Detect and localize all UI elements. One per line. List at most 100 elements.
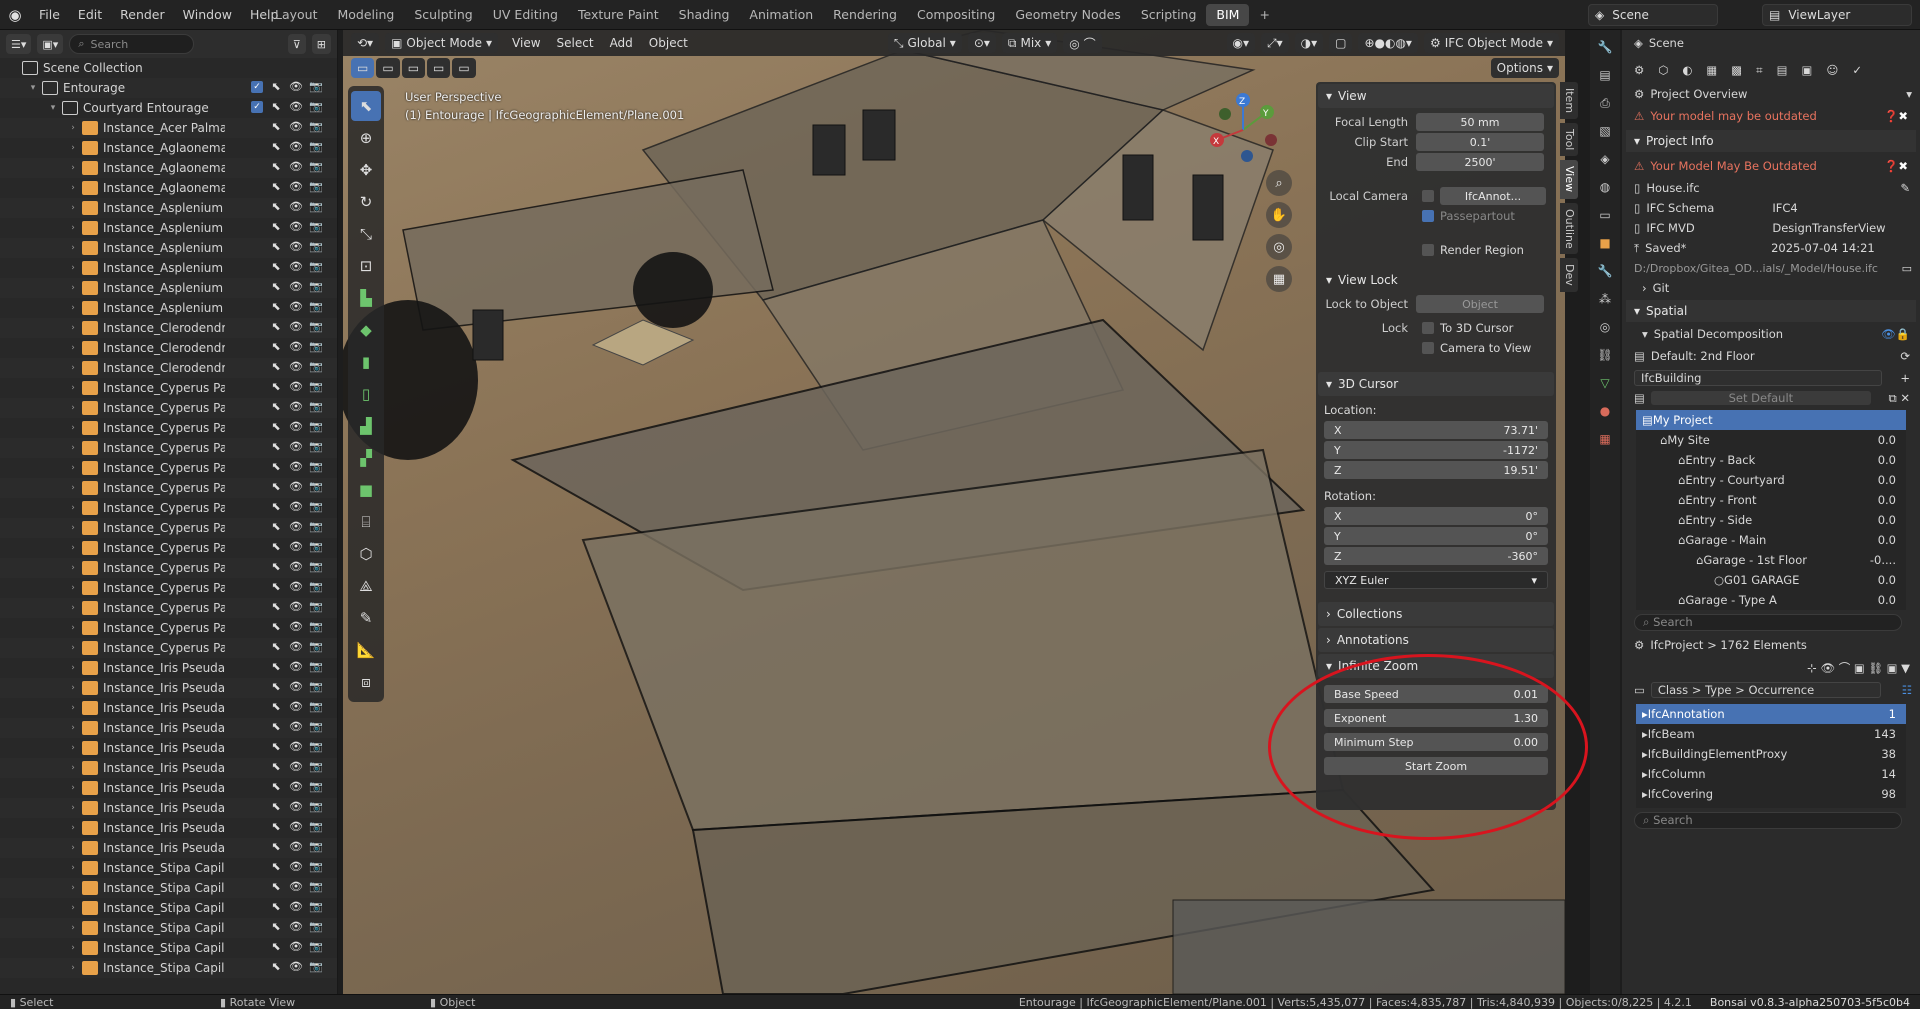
expand-chevron-icon[interactable]: › — [66, 903, 80, 913]
outliner-row[interactable]: › Instance_Cyperus Papyrus ⬉ 👁 📷 — [0, 578, 337, 598]
select-box-subtract-icon[interactable]: ▭ — [401, 58, 426, 78]
selectable-arrow-icon[interactable]: ⬉ — [269, 320, 283, 333]
filter-icon[interactable]: ⊽ — [287, 34, 306, 54]
outliner-row[interactable]: › Instance_Aglaonema Tenui ⬉ 👁 📷 — [0, 158, 337, 178]
outliner-row[interactable]: › Instance_Cyperus Papyrus ⬉ 👁 📷 — [0, 558, 337, 578]
camera-icon[interactable]: 📷 — [309, 100, 323, 113]
spatial-tree-row[interactable]: ⌂ Entry - Back 0.0 — [1636, 450, 1906, 470]
selectable-arrow-icon[interactable]: ⬉ — [269, 140, 283, 153]
rot-y-field[interactable]: Y 0° — [1324, 527, 1548, 545]
include-checkbox[interactable]: ✓ — [251, 100, 263, 113]
expand-chevron-icon[interactable]: › — [66, 123, 80, 133]
eye-icon[interactable]: 👁 — [289, 360, 303, 373]
spatial-decomp-header[interactable]: ▾ Spatial Decomposition 👁🔒 — [1622, 324, 1920, 344]
camera-icon[interactable]: 📷 — [309, 680, 323, 693]
expand-chevron-icon[interactable]: › — [66, 163, 80, 173]
outliner-row[interactable]: › Instance_Cyperus Papyrus ⬉ 👁 📷 — [0, 478, 337, 498]
folder-icon[interactable]: ▭ — [1902, 262, 1912, 275]
focal-length-field[interactable]: 50 mm — [1416, 113, 1544, 131]
column-tool-icon[interactable]: ▯ — [351, 379, 381, 409]
world-tab-icon[interactable]: ◍ — [1594, 176, 1616, 198]
services-tab-icon[interactable]: ▩ — [1731, 63, 1742, 77]
camera-object-field[interactable]: IfcAnnot... — [1440, 187, 1546, 205]
expand-chevron-icon[interactable]: › — [66, 583, 80, 593]
render-tab-icon[interactable]: ▤ — [1594, 64, 1616, 86]
selectable-arrow-icon[interactable]: ⬉ — [269, 920, 283, 933]
tab-uv-editing[interactable]: UV Editing — [483, 4, 568, 26]
eye-icon[interactable]: 👁 — [289, 380, 303, 393]
expand-chevron-icon[interactable]: ▾ — [26, 83, 40, 93]
to-cursor-checkbox[interactable] — [1422, 322, 1434, 334]
eye-icon[interactable]: 👁 — [289, 500, 303, 513]
expand-chevron-icon[interactable]: › — [66, 923, 80, 933]
expand-chevron-icon[interactable]: › — [66, 283, 80, 293]
camera-icon[interactable]: 📷 — [309, 220, 323, 233]
eye-icon[interactable]: 👁 — [289, 280, 303, 293]
physics-tab-icon[interactable]: ◎ — [1594, 316, 1616, 338]
selectable-arrow-icon[interactable]: ⬉ — [269, 960, 283, 973]
spatial-tree-row[interactable]: ⌂ My Site 0.0 — [1636, 430, 1906, 450]
camera-icon[interactable]: 📷 — [309, 520, 323, 533]
selectable-arrow-icon[interactable]: ⬉ — [269, 900, 283, 913]
menu-window[interactable]: Window — [174, 7, 241, 22]
visibility-icon[interactable]: ◉▾ — [1226, 33, 1255, 53]
outliner-row[interactable]: › Instance_Cyperus Papyrus ⬉ 👁 📷 — [0, 598, 337, 618]
selectable-arrow-icon[interactable]: ⬉ — [269, 440, 283, 453]
camera-icon[interactable]: 📷 — [309, 780, 323, 793]
outliner-row[interactable]: › Instance_Cyperus Papyrus ⬉ 👁 📷 — [0, 638, 337, 658]
outliner-row[interactable]: › Instance_Iris Pseudacorus ⬉ 👁 📷 — [0, 798, 337, 818]
element-tool-icons[interactable]: ⊹ 👁 ⌒ ▣ ⛓ ▣ ▼ — [1807, 660, 1910, 676]
outliner-row[interactable]: › Instance_Iris Pseudacorus ⬉ 👁 📷 — [0, 678, 337, 698]
selectable-arrow-icon[interactable]: ⬉ — [269, 180, 283, 193]
camera-icon[interactable]: 📷 — [309, 900, 323, 913]
selectable-arrow-icon[interactable]: ⬉ — [269, 300, 283, 313]
expand-chevron-icon[interactable]: › — [66, 183, 80, 193]
expand-chevron-icon[interactable]: › — [66, 823, 80, 833]
expand-chevron-icon[interactable]: › — [66, 343, 80, 353]
camera-icon[interactable]: 📷 — [309, 700, 323, 713]
min-step-field[interactable]: Minimum Step 0.00 — [1324, 733, 1548, 751]
tab-sculpting[interactable]: Sculpting — [404, 4, 482, 26]
camera-icon[interactable]: 📷 — [309, 320, 323, 333]
cursor-section-header[interactable]: ▾ 3D Cursor — [1318, 372, 1554, 396]
select-close-icons[interactable]: ⧉ ✕ — [1888, 391, 1910, 406]
help-close-icons[interactable]: ❓✖ — [1884, 159, 1908, 173]
expand-chevron-icon[interactable]: › — [66, 203, 80, 213]
camera-icon[interactable]: 📷 — [309, 760, 323, 773]
selectable-arrow-icon[interactable]: ⬉ — [269, 740, 283, 753]
selectable-arrow-icon[interactable]: ⬉ — [269, 400, 283, 413]
eye-icon[interactable]: 👁 — [289, 180, 303, 193]
selectable-arrow-icon[interactable]: ⬉ — [269, 800, 283, 813]
expand-chevron-icon[interactable]: › — [66, 323, 80, 333]
outliner-row[interactable]: › Instance_Asplenium Nidus ⬉ 👁 📷 — [0, 218, 337, 238]
tab-shading[interactable]: Shading — [669, 4, 740, 26]
camera-icon[interactable]: 📷 — [309, 380, 323, 393]
outliner-row[interactable]: › Instance_Clerodendrum In ⬉ 👁 📷 — [0, 358, 337, 378]
camera-icon[interactable]: 📷 — [309, 340, 323, 353]
view-layer-selector[interactable]: ▤ ViewLayer — [1762, 4, 1912, 26]
object-tool-icon[interactable]: ⬡ — [351, 539, 381, 569]
set-default-button[interactable]: Set Default — [1650, 391, 1871, 405]
rotation-mode-select[interactable]: XYZ Euler ▾ — [1324, 571, 1548, 589]
eye-icon[interactable]: 👁 — [289, 620, 303, 633]
slab-tool-icon[interactable]: ◆ — [351, 315, 381, 345]
eye-icon[interactable]: 👁 — [289, 780, 303, 793]
eye-icon[interactable]: 👁 — [289, 120, 303, 133]
outliner-row[interactable]: › Instance_Stipa Capillata 02 ⬉ 👁 📷 — [0, 958, 337, 978]
eye-icon[interactable]: 👁 — [289, 720, 303, 733]
eye-icon[interactable]: 👁 — [289, 100, 303, 113]
camera-icon[interactable]: 📷 — [309, 860, 323, 873]
eye-icon[interactable]: 👁 — [289, 600, 303, 613]
camera-icon[interactable]: 📷 — [309, 480, 323, 493]
lock-object-field[interactable]: Object — [1416, 295, 1544, 313]
select-tool-icon[interactable]: ⬉ — [351, 91, 381, 121]
tab-texture-paint[interactable]: Texture Paint — [568, 4, 669, 26]
add-cube-tool-icon[interactable]: ⧈ — [351, 667, 381, 697]
infinite-zoom-header[interactable]: ▾ Infinite Zoom — [1318, 654, 1554, 678]
quality-tab-icon[interactable]: ✓ — [1852, 63, 1862, 77]
camera-icon[interactable]: 📷 — [309, 360, 323, 373]
selectable-arrow-icon[interactable]: ⬉ — [269, 220, 283, 233]
eye-icon[interactable]: 👁 — [289, 160, 303, 173]
selectable-arrow-icon[interactable]: ⬉ — [269, 940, 283, 953]
eye-icon[interactable]: 👁 — [289, 520, 303, 533]
